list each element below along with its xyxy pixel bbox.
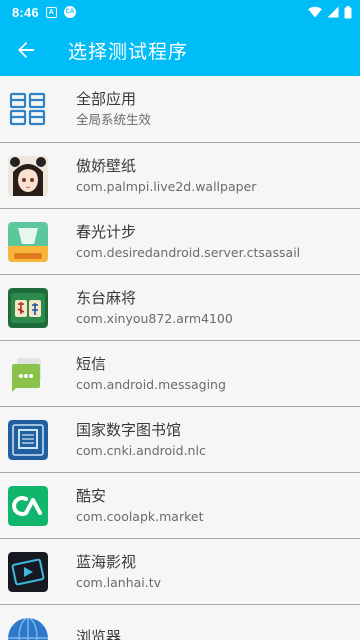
app-bar: 选择测试程序 bbox=[0, 24, 360, 76]
status-bar: 8:46 A CA bbox=[0, 0, 360, 24]
page-title: 选择测试程序 bbox=[68, 40, 189, 63]
app-package: com.palmpi.live2d.wallpaper bbox=[76, 178, 257, 194]
app-package: com.cnki.android.nlc bbox=[76, 442, 206, 458]
battery-icon bbox=[344, 5, 352, 18]
anime-girl-icon bbox=[8, 155, 48, 196]
app-name: 全部应用 bbox=[76, 90, 137, 108]
wifi-icon bbox=[308, 6, 322, 18]
notification-coolapk-icon: CA bbox=[63, 6, 76, 18]
list-item-app[interactable]: 短信 com.android.messaging bbox=[0, 341, 360, 407]
library-icon bbox=[8, 419, 48, 460]
app-package: com.coolapk.market bbox=[76, 508, 204, 524]
app-name: 酷安 bbox=[76, 486, 107, 505]
list-item-all-apps[interactable]: 全部应用 全局系统生效 bbox=[0, 76, 360, 143]
list-item-app[interactable]: 春光计步 com.desiredandroid.server.ctsassail bbox=[0, 209, 360, 275]
app-name: 傲娇壁纸 bbox=[76, 156, 137, 175]
app-package: com.xinyou872.arm4100 bbox=[76, 310, 233, 326]
signal-icon bbox=[327, 6, 339, 18]
list-item-app[interactable]: 蓝海影视 com.lanhai.tv bbox=[0, 539, 360, 605]
arrow-back-icon bbox=[18, 42, 34, 58]
app-name: 浏览器 bbox=[76, 628, 122, 640]
status-time: 8:46 bbox=[12, 4, 39, 20]
browser-icon bbox=[8, 618, 48, 640]
app-package: com.lanhai.tv bbox=[76, 574, 162, 590]
mahjong-icon bbox=[8, 287, 48, 328]
back-button[interactable] bbox=[0, 24, 52, 76]
app-package: com.desiredandroid.server.ctsassail bbox=[76, 244, 301, 260]
list-item-app[interactable]: 酷安 com.coolapk.market bbox=[0, 473, 360, 539]
step-counter-icon bbox=[8, 221, 48, 262]
list-item-app[interactable]: 东台麻将 com.xinyou872.arm4100 bbox=[0, 275, 360, 341]
tv-icon bbox=[8, 551, 48, 592]
list-item-app[interactable]: 浏览器 bbox=[0, 605, 360, 640]
app-name: 东台麻将 bbox=[76, 288, 137, 307]
app-package: 全局系统生效 bbox=[76, 112, 152, 127]
app-name: 短信 bbox=[76, 354, 107, 373]
app-name: 春光计步 bbox=[76, 222, 137, 241]
messaging-icon bbox=[8, 354, 48, 394]
list-item-app[interactable]: 国家数字图书馆 com.cnki.android.nlc bbox=[0, 407, 360, 473]
coolapk-icon bbox=[8, 485, 48, 526]
grid-icon bbox=[8, 89, 48, 129]
app-package: com.android.messaging bbox=[76, 376, 226, 392]
app-list: 全部应用 全局系统生效 傲娇壁纸 com.palmpi.live2d.wallp… bbox=[0, 76, 360, 640]
notification-a-icon: A bbox=[45, 6, 57, 18]
list-item-app[interactable]: 傲娇壁纸 com.palmpi.live2d.wallpaper bbox=[0, 143, 360, 209]
app-name: 蓝海影视 bbox=[76, 552, 137, 571]
app-name: 国家数字图书馆 bbox=[76, 420, 182, 439]
